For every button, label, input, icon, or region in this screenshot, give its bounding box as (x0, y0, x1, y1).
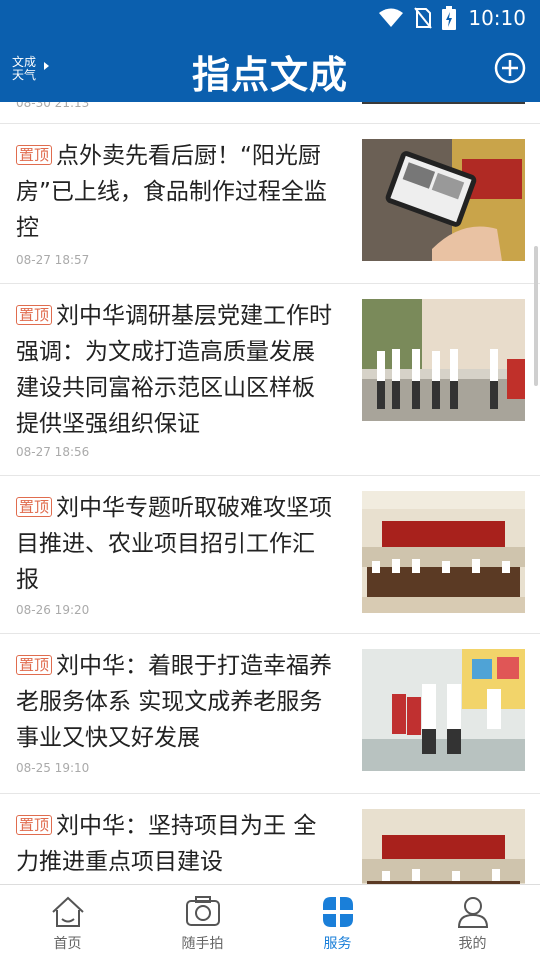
item-time: 08-25 19:10 (16, 761, 90, 775)
item-time: 08-27 18:57 (16, 253, 90, 267)
list-item[interactable]: 置顶 刘中华：着眼于打造幸福养老服务体系 实现文成养老服务事业又快又好发展 08-… (0, 634, 540, 794)
nav-item-home[interactable]: 首页 (0, 885, 135, 960)
pinned-badge: 置顶 (16, 145, 53, 165)
thumbnail (362, 139, 525, 261)
home-icon (51, 896, 84, 927)
list-item[interactable]: 置顶 刘中华调研基层党建工作时强调：为文成打造高质量发展建设共同富裕示范区山区样板… (0, 284, 540, 476)
profile-icon (457, 897, 488, 928)
camera-icon (185, 896, 220, 926)
news-feed[interactable]: 08-30 21:13 置顶 点外卖先看后厨！“阳光厨房”已上线，食品制作过程全监… (0, 102, 540, 884)
item-title: 置顶 刘中华：着眼于打造幸福养老服务体系 实现文成养老服务事业又快又好发展 (16, 653, 333, 751)
item-title: 置顶 刘中华：坚持项目为王 全力推进重点项目建设 (16, 813, 317, 875)
item-title: 置顶 刘中华专题听取破难攻坚项目推进、农业项目招引工作汇报 (16, 495, 333, 593)
item-title: 置顶 刘中华调研基层党建工作时强调：为文成打造高质量发展建设共同富裕示范区山区样板… (16, 303, 333, 437)
pinned-badge: 置顶 (16, 815, 53, 835)
status-time: 10:10 (468, 6, 526, 30)
add-icon[interactable] (494, 52, 526, 84)
thumbnail (362, 491, 525, 613)
scrollbar[interactable] (534, 246, 538, 386)
pinned-badge: 置顶 (16, 497, 53, 517)
nav-item-snapshot[interactable]: 随手拍 (135, 885, 270, 960)
item-title: 置顶 点外卖先看后厨！“阳光厨房”已上线，食品制作过程全监控 (16, 143, 327, 241)
list-item[interactable]: 08-30 21:13 (0, 102, 540, 124)
thumbnail (362, 649, 525, 771)
item-time: 08-26 19:20 (16, 603, 90, 617)
services-icon (322, 897, 353, 927)
nav-label: 首页 (53, 936, 82, 952)
thumbnail (362, 102, 525, 104)
list-item[interactable]: 置顶 刘中华专题听取破难攻坚项目推进、农业项目招引工作汇报 08-26 19:20 (0, 476, 540, 634)
list-item[interactable]: 置顶 点外卖先看后厨！“阳光厨房”已上线，食品制作过程全监控 08-27 18:5… (0, 124, 540, 284)
pinned-badge: 置顶 (16, 655, 53, 675)
nav-item-profile[interactable]: 我的 (405, 885, 540, 960)
nav-label: 随手拍 (181, 936, 224, 952)
thumbnail (362, 299, 525, 421)
no-sim-icon (414, 7, 433, 29)
thumbnail (362, 809, 525, 884)
nav-label: 我的 (458, 936, 487, 952)
nav-item-services[interactable]: 服务 (270, 885, 405, 960)
pinned-badge: 置顶 (16, 305, 53, 325)
wifi-icon (379, 8, 404, 27)
nav-label: 服务 (323, 936, 352, 952)
battery-charging-icon (442, 6, 457, 30)
app-title: 指点文成 (191, 53, 348, 97)
status-bar: 10:10 (0, 0, 540, 36)
item-time: 08-30 21:13 (16, 102, 90, 110)
bottom-navigation: 首页 随手拍 服务 我的 (0, 884, 540, 960)
app-header: 10:10 文成 天气 指点文成 (0, 0, 540, 102)
list-item[interactable]: 置顶 刘中华：坚持项目为王 全力推进重点项目建设 (0, 794, 540, 884)
item-time: 08-27 18:56 (16, 445, 90, 459)
